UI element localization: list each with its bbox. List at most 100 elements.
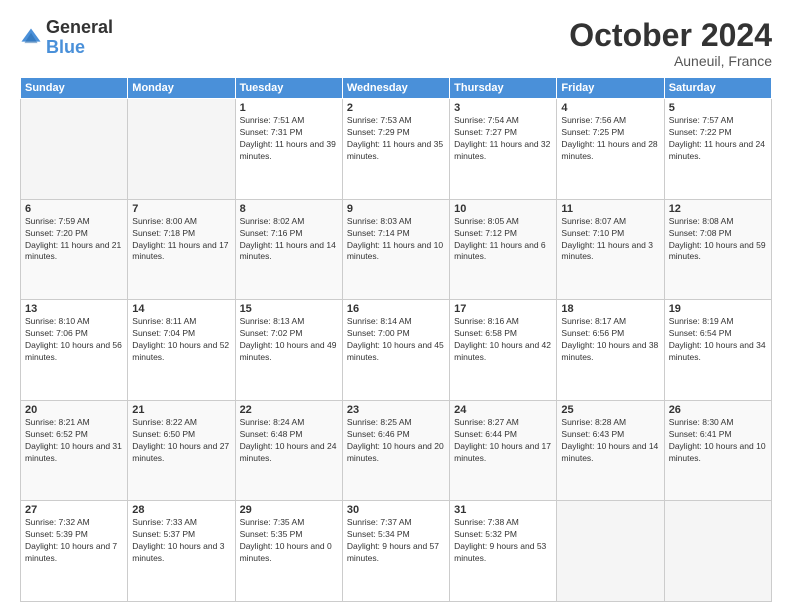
day-number: 25 [561, 404, 659, 416]
day-number: 30 [347, 504, 445, 516]
calendar-cell: 3Sunrise: 7:54 AMSunset: 7:27 PMDaylight… [450, 99, 557, 200]
calendar-cell: 29Sunrise: 7:35 AMSunset: 5:35 PMDayligh… [235, 501, 342, 602]
day-info: Sunrise: 8:19 AMSunset: 6:54 PMDaylight:… [669, 316, 767, 364]
day-number: 4 [561, 102, 659, 114]
day-number: 27 [25, 504, 123, 516]
day-number: 5 [669, 102, 767, 114]
day-number: 8 [240, 203, 338, 215]
day-number: 22 [240, 404, 338, 416]
day-info: Sunrise: 8:08 AMSunset: 7:08 PMDaylight:… [669, 216, 767, 264]
day-info: Sunrise: 7:51 AMSunset: 7:31 PMDaylight:… [240, 115, 338, 163]
calendar-cell: 20Sunrise: 8:21 AMSunset: 6:52 PMDayligh… [21, 400, 128, 501]
calendar-cell: 15Sunrise: 8:13 AMSunset: 7:02 PMDayligh… [235, 300, 342, 401]
month-title: October 2024 [569, 18, 772, 53]
day-number: 12 [669, 203, 767, 215]
day-info: Sunrise: 8:28 AMSunset: 6:43 PMDaylight:… [561, 417, 659, 465]
day-number: 1 [240, 102, 338, 114]
day-info: Sunrise: 7:54 AMSunset: 7:27 PMDaylight:… [454, 115, 552, 163]
calendar-cell: 7Sunrise: 8:00 AMSunset: 7:18 PMDaylight… [128, 199, 235, 300]
day-info: Sunrise: 7:57 AMSunset: 7:22 PMDaylight:… [669, 115, 767, 163]
calendar-header-row: SundayMondayTuesdayWednesdayThursdayFrid… [21, 78, 772, 99]
day-info: Sunrise: 8:17 AMSunset: 6:56 PMDaylight:… [561, 316, 659, 364]
day-header-thursday: Thursday [450, 78, 557, 99]
calendar-cell: 5Sunrise: 7:57 AMSunset: 7:22 PMDaylight… [664, 99, 771, 200]
logo-area: General Blue [20, 18, 113, 58]
location: Auneuil, France [569, 53, 772, 69]
day-number: 7 [132, 203, 230, 215]
calendar-week-row: 1Sunrise: 7:51 AMSunset: 7:31 PMDaylight… [21, 99, 772, 200]
calendar-cell [21, 99, 128, 200]
page: General Blue October 2024 Auneuil, Franc… [0, 0, 792, 612]
calendar-cell [128, 99, 235, 200]
day-info: Sunrise: 7:56 AMSunset: 7:25 PMDaylight:… [561, 115, 659, 163]
calendar-cell: 10Sunrise: 8:05 AMSunset: 7:12 PMDayligh… [450, 199, 557, 300]
calendar-cell: 11Sunrise: 8:07 AMSunset: 7:10 PMDayligh… [557, 199, 664, 300]
calendar-cell: 9Sunrise: 8:03 AMSunset: 7:14 PMDaylight… [342, 199, 449, 300]
day-header-wednesday: Wednesday [342, 78, 449, 99]
day-header-monday: Monday [128, 78, 235, 99]
calendar-cell: 13Sunrise: 8:10 AMSunset: 7:06 PMDayligh… [21, 300, 128, 401]
day-info: Sunrise: 7:38 AMSunset: 5:32 PMDaylight:… [454, 517, 552, 565]
day-number: 15 [240, 303, 338, 315]
logo-icon [20, 27, 42, 49]
calendar-cell [664, 501, 771, 602]
day-number: 2 [347, 102, 445, 114]
calendar-cell: 14Sunrise: 8:11 AMSunset: 7:04 PMDayligh… [128, 300, 235, 401]
day-info: Sunrise: 8:14 AMSunset: 7:00 PMDaylight:… [347, 316, 445, 364]
day-number: 20 [25, 404, 123, 416]
calendar-cell: 21Sunrise: 8:22 AMSunset: 6:50 PMDayligh… [128, 400, 235, 501]
header: General Blue October 2024 Auneuil, Franc… [20, 18, 772, 69]
calendar-cell: 30Sunrise: 7:37 AMSunset: 5:34 PMDayligh… [342, 501, 449, 602]
day-info: Sunrise: 8:11 AMSunset: 7:04 PMDaylight:… [132, 316, 230, 364]
calendar-cell: 8Sunrise: 8:02 AMSunset: 7:16 PMDaylight… [235, 199, 342, 300]
calendar-cell: 18Sunrise: 8:17 AMSunset: 6:56 PMDayligh… [557, 300, 664, 401]
calendar-cell: 25Sunrise: 8:28 AMSunset: 6:43 PMDayligh… [557, 400, 664, 501]
calendar-week-row: 13Sunrise: 8:10 AMSunset: 7:06 PMDayligh… [21, 300, 772, 401]
calendar-cell: 12Sunrise: 8:08 AMSunset: 7:08 PMDayligh… [664, 199, 771, 300]
day-header-saturday: Saturday [664, 78, 771, 99]
day-number: 11 [561, 203, 659, 215]
calendar-cell: 4Sunrise: 7:56 AMSunset: 7:25 PMDaylight… [557, 99, 664, 200]
calendar-cell: 22Sunrise: 8:24 AMSunset: 6:48 PMDayligh… [235, 400, 342, 501]
day-header-tuesday: Tuesday [235, 78, 342, 99]
day-number: 9 [347, 203, 445, 215]
day-number: 14 [132, 303, 230, 315]
logo-text: General Blue [46, 18, 113, 58]
calendar-cell: 2Sunrise: 7:53 AMSunset: 7:29 PMDaylight… [342, 99, 449, 200]
calendar-cell: 27Sunrise: 7:32 AMSunset: 5:39 PMDayligh… [21, 501, 128, 602]
day-info: Sunrise: 7:35 AMSunset: 5:35 PMDaylight:… [240, 517, 338, 565]
day-info: Sunrise: 8:02 AMSunset: 7:16 PMDaylight:… [240, 216, 338, 264]
logo-blue: Blue [46, 38, 113, 58]
calendar-cell: 31Sunrise: 7:38 AMSunset: 5:32 PMDayligh… [450, 501, 557, 602]
calendar-cell: 17Sunrise: 8:16 AMSunset: 6:58 PMDayligh… [450, 300, 557, 401]
day-info: Sunrise: 7:37 AMSunset: 5:34 PMDaylight:… [347, 517, 445, 565]
title-area: October 2024 Auneuil, France [569, 18, 772, 69]
day-info: Sunrise: 8:05 AMSunset: 7:12 PMDaylight:… [454, 216, 552, 264]
day-number: 13 [25, 303, 123, 315]
calendar-cell: 1Sunrise: 7:51 AMSunset: 7:31 PMDaylight… [235, 99, 342, 200]
day-info: Sunrise: 8:30 AMSunset: 6:41 PMDaylight:… [669, 417, 767, 465]
calendar-table: SundayMondayTuesdayWednesdayThursdayFrid… [20, 77, 772, 602]
day-info: Sunrise: 8:07 AMSunset: 7:10 PMDaylight:… [561, 216, 659, 264]
day-number: 29 [240, 504, 338, 516]
day-info: Sunrise: 7:53 AMSunset: 7:29 PMDaylight:… [347, 115, 445, 163]
day-number: 16 [347, 303, 445, 315]
day-number: 3 [454, 102, 552, 114]
calendar-week-row: 20Sunrise: 8:21 AMSunset: 6:52 PMDayligh… [21, 400, 772, 501]
calendar-cell: 6Sunrise: 7:59 AMSunset: 7:20 PMDaylight… [21, 199, 128, 300]
calendar-cell: 26Sunrise: 8:30 AMSunset: 6:41 PMDayligh… [664, 400, 771, 501]
calendar-week-row: 6Sunrise: 7:59 AMSunset: 7:20 PMDaylight… [21, 199, 772, 300]
day-number: 31 [454, 504, 552, 516]
day-number: 10 [454, 203, 552, 215]
day-info: Sunrise: 8:10 AMSunset: 7:06 PMDaylight:… [25, 316, 123, 364]
day-info: Sunrise: 8:24 AMSunset: 6:48 PMDaylight:… [240, 417, 338, 465]
day-number: 17 [454, 303, 552, 315]
logo-general: General [46, 18, 113, 38]
day-info: Sunrise: 8:00 AMSunset: 7:18 PMDaylight:… [132, 216, 230, 264]
day-header-friday: Friday [557, 78, 664, 99]
day-number: 26 [669, 404, 767, 416]
day-number: 18 [561, 303, 659, 315]
calendar-cell: 23Sunrise: 8:25 AMSunset: 6:46 PMDayligh… [342, 400, 449, 501]
day-info: Sunrise: 8:22 AMSunset: 6:50 PMDaylight:… [132, 417, 230, 465]
calendar-week-row: 27Sunrise: 7:32 AMSunset: 5:39 PMDayligh… [21, 501, 772, 602]
